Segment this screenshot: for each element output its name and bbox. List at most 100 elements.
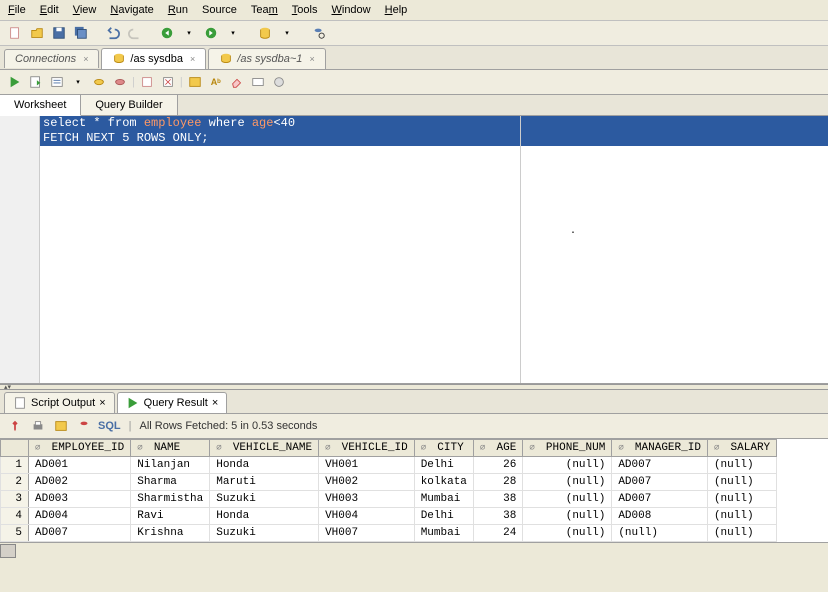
column-header[interactable]: ∅ EMPLOYEE_ID bbox=[29, 440, 131, 457]
cell[interactable]: Maruti bbox=[210, 474, 319, 491]
run-icon[interactable] bbox=[6, 73, 24, 91]
dropdown2-icon[interactable]: ▾ bbox=[224, 24, 242, 42]
find-db-icon[interactable] bbox=[310, 24, 328, 42]
cell[interactable]: VH007 bbox=[319, 525, 415, 542]
tab-query-builder[interactable]: Query Builder bbox=[81, 95, 177, 115]
tab-close-icon[interactable]: × bbox=[212, 397, 218, 409]
cell[interactable]: 26 bbox=[473, 457, 522, 474]
table-row[interactable]: 3AD003SharmisthaSuzukiVH003Mumbai38(null… bbox=[1, 491, 777, 508]
cell[interactable]: VH004 bbox=[319, 508, 415, 525]
menu-edit[interactable]: Edit bbox=[40, 4, 59, 16]
to-upper-icon[interactable]: Aᵇ bbox=[207, 73, 225, 91]
cell[interactable]: Sharmistha bbox=[131, 491, 210, 508]
column-header[interactable]: ∅ VEHICLE_ID bbox=[319, 440, 415, 457]
column-header[interactable]: ∅ AGE bbox=[473, 440, 522, 457]
save-icon[interactable] bbox=[50, 24, 68, 42]
menu-navigate[interactable]: Navigate bbox=[110, 4, 153, 16]
cell[interactable]: AD003 bbox=[29, 491, 131, 508]
eraser-icon[interactable] bbox=[228, 73, 246, 91]
table-row[interactable]: 1AD001NilanjanHondaVH001Delhi26(null)AD0… bbox=[1, 457, 777, 474]
pin-icon[interactable] bbox=[6, 417, 24, 435]
back-icon[interactable] bbox=[158, 24, 176, 42]
tab-close-icon[interactable]: × bbox=[309, 54, 314, 64]
cell[interactable]: VH002 bbox=[319, 474, 415, 491]
db-icon[interactable] bbox=[256, 24, 274, 42]
open-icon[interactable] bbox=[28, 24, 46, 42]
horizontal-scrollbar[interactable] bbox=[0, 542, 828, 558]
print-icon[interactable] bbox=[29, 417, 47, 435]
scroll-thumb[interactable] bbox=[0, 544, 16, 558]
menu-source[interactable]: Source bbox=[202, 4, 237, 16]
sql-editor[interactable]: select * from employee where age<40 FETC… bbox=[0, 116, 828, 384]
redo-icon[interactable] bbox=[126, 24, 144, 42]
tab-query-result[interactable]: Query Result× bbox=[117, 392, 228, 413]
cell[interactable]: Mumbai bbox=[414, 491, 473, 508]
cell[interactable]: Mumbai bbox=[414, 525, 473, 542]
unshared-icon[interactable] bbox=[138, 73, 156, 91]
menu-run[interactable]: Run bbox=[168, 4, 188, 16]
cell[interactable]: (null) bbox=[612, 525, 708, 542]
cell[interactable]: AD002 bbox=[29, 474, 131, 491]
table-row[interactable]: 5AD007KrishnaSuzukiVH007Mumbai24(null)(n… bbox=[1, 525, 777, 542]
save-all-icon[interactable] bbox=[72, 24, 90, 42]
refresh-icon[interactable] bbox=[52, 417, 70, 435]
cell[interactable]: Sharma bbox=[131, 474, 210, 491]
cell[interactable]: (null) bbox=[707, 474, 776, 491]
cell[interactable]: (null) bbox=[523, 491, 612, 508]
dropdown3-icon[interactable]: ▾ bbox=[278, 24, 296, 42]
cell[interactable]: (null) bbox=[523, 525, 612, 542]
table-row[interactable]: 2AD002SharmaMarutiVH002kolkata28(null)AD… bbox=[1, 474, 777, 491]
tab-worksheet[interactable]: Worksheet bbox=[0, 95, 81, 116]
tab-script-output[interactable]: Script Output× bbox=[4, 392, 115, 413]
cell[interactable]: AD007 bbox=[612, 491, 708, 508]
column-header[interactable]: ∅ SALARY bbox=[707, 440, 776, 457]
autotrace-icon[interactable]: ▾ bbox=[69, 73, 87, 91]
result-grid[interactable]: ∅ EMPLOYEE_ID∅ NAME∅ VEHICLE_NAME∅ VEHIC… bbox=[0, 439, 828, 542]
cell[interactable]: Delhi bbox=[414, 508, 473, 525]
sql-history-icon[interactable] bbox=[186, 73, 204, 91]
owa-icon[interactable] bbox=[270, 73, 288, 91]
menu-window[interactable]: Window bbox=[331, 4, 370, 16]
cell[interactable]: Honda bbox=[210, 457, 319, 474]
rollback-icon[interactable] bbox=[111, 73, 129, 91]
cell[interactable]: Nilanjan bbox=[131, 457, 210, 474]
tab-conn1[interactable]: /as sysdba× bbox=[101, 48, 206, 69]
cell[interactable]: 24 bbox=[473, 525, 522, 542]
cell[interactable]: Delhi bbox=[414, 457, 473, 474]
table-row[interactable]: 4AD004RaviHondaVH004Delhi38(null)AD008(n… bbox=[1, 508, 777, 525]
db-small-icon[interactable] bbox=[75, 417, 93, 435]
clear-icon[interactable] bbox=[159, 73, 177, 91]
cell[interactable]: Honda bbox=[210, 508, 319, 525]
cell[interactable]: VH001 bbox=[319, 457, 415, 474]
cell[interactable]: AD008 bbox=[612, 508, 708, 525]
sql-label[interactable]: SQL bbox=[98, 420, 121, 432]
cell[interactable]: AD007 bbox=[612, 474, 708, 491]
cell[interactable]: Krishna bbox=[131, 525, 210, 542]
menu-file[interactable]: File bbox=[8, 4, 26, 16]
tab-close-icon[interactable]: × bbox=[83, 54, 88, 64]
commit-icon[interactable] bbox=[90, 73, 108, 91]
new-icon[interactable] bbox=[6, 24, 24, 42]
cell[interactable]: 38 bbox=[473, 491, 522, 508]
cell[interactable]: (null) bbox=[523, 474, 612, 491]
cell[interactable]: (null) bbox=[523, 457, 612, 474]
cell[interactable]: kolkata bbox=[414, 474, 473, 491]
cell[interactable]: VH003 bbox=[319, 491, 415, 508]
cell[interactable]: AD007 bbox=[29, 525, 131, 542]
cell[interactable]: Suzuki bbox=[210, 491, 319, 508]
tab-connections[interactable]: Connections× bbox=[4, 49, 99, 68]
menu-tools[interactable]: Tools bbox=[292, 4, 318, 16]
explain-icon[interactable] bbox=[48, 73, 66, 91]
cell[interactable]: (null) bbox=[707, 491, 776, 508]
tab-conn2[interactable]: /as sysdba~1× bbox=[208, 48, 325, 69]
cell[interactable]: AD001 bbox=[29, 457, 131, 474]
column-header[interactable]: ∅ PHONE_NUM bbox=[523, 440, 612, 457]
menu-help[interactable]: Help bbox=[385, 4, 408, 16]
menu-view[interactable]: View bbox=[73, 4, 97, 16]
cell[interactable]: (null) bbox=[707, 457, 776, 474]
cell[interactable]: (null) bbox=[707, 525, 776, 542]
undo-icon[interactable] bbox=[104, 24, 122, 42]
cell[interactable]: (null) bbox=[523, 508, 612, 525]
column-header[interactable]: ∅ MANAGER_ID bbox=[612, 440, 708, 457]
cell[interactable]: 28 bbox=[473, 474, 522, 491]
